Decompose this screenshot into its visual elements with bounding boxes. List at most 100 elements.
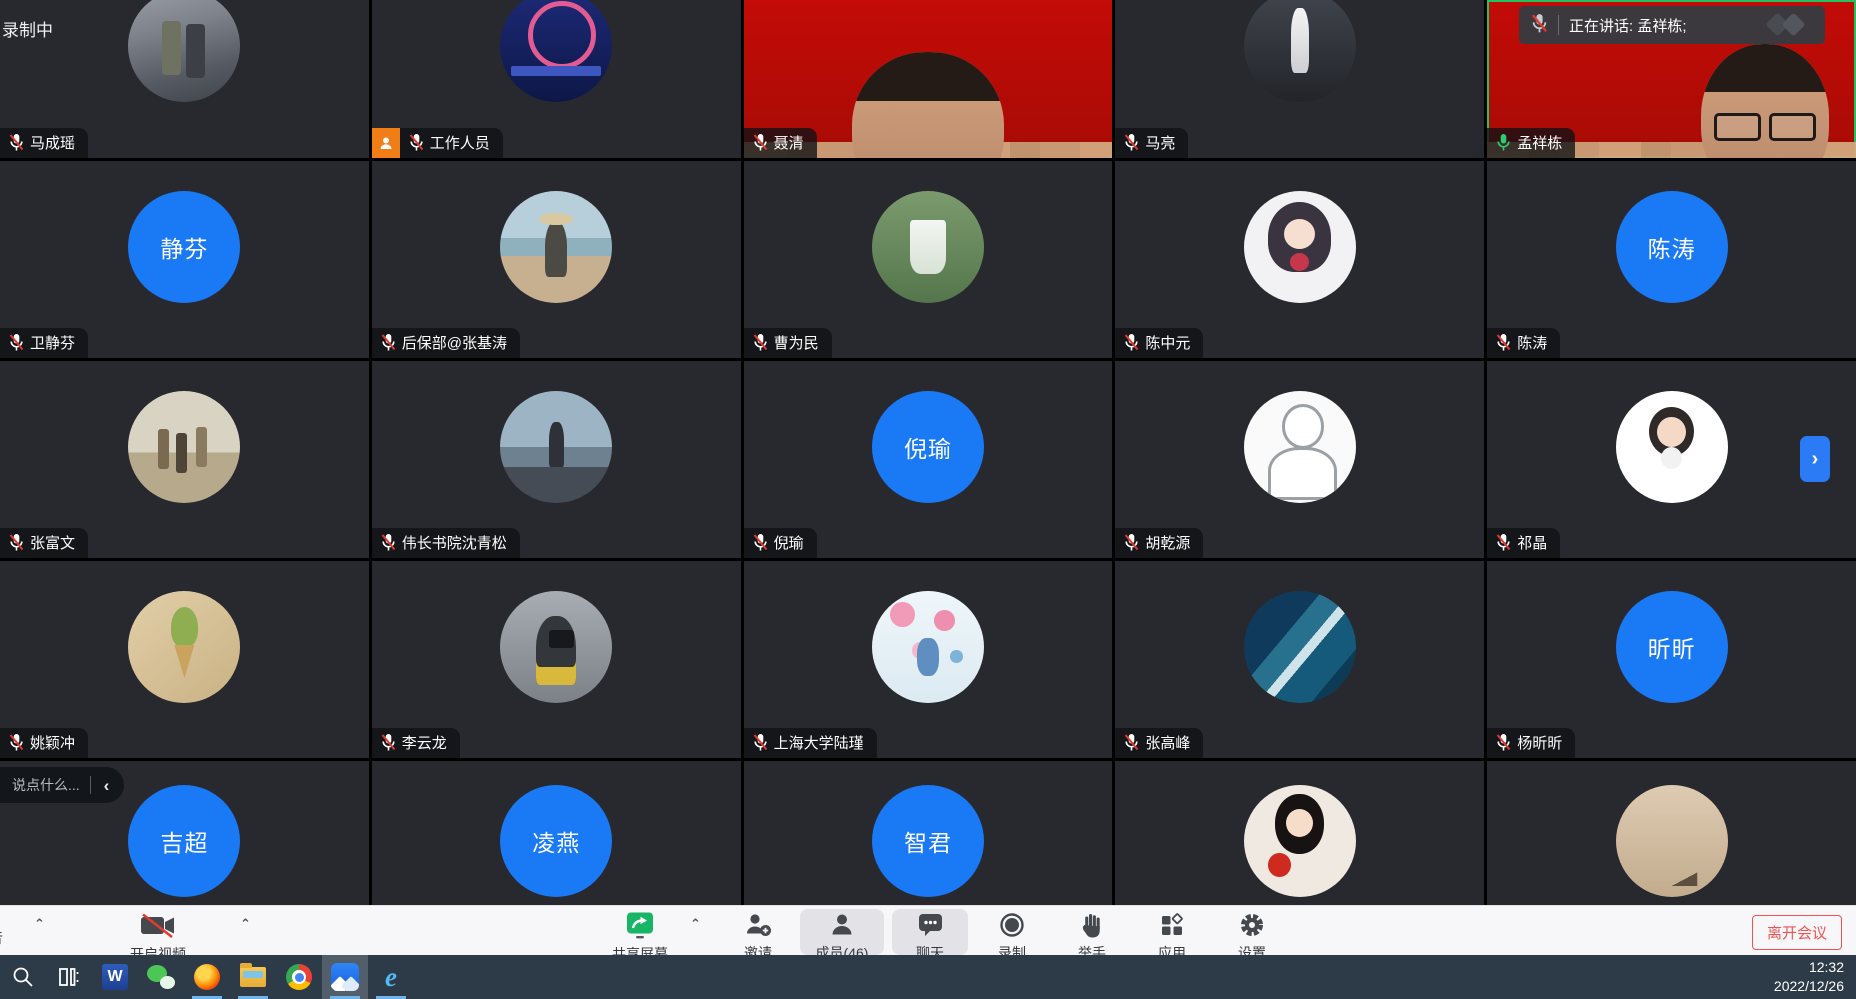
settings-gear-icon bbox=[1239, 912, 1265, 943]
taskbar-clock[interactable]: 12:32 2022/12/26 bbox=[1774, 955, 1856, 999]
raise-hand-button[interactable]: 举手 bbox=[1054, 909, 1130, 955]
windows-taskbar: W e 12:32 2022/12/26 bbox=[0, 955, 1856, 999]
participant-name-label: 伟长书院沈青松 bbox=[372, 528, 520, 558]
mic-muted-icon bbox=[1124, 733, 1139, 752]
avatar-photo bbox=[1244, 785, 1356, 897]
participant-tile[interactable]: 后保部@张基涛 bbox=[372, 161, 741, 358]
participant-name: 胡乾源 bbox=[1145, 532, 1190, 553]
taskbar-wechat-icon[interactable] bbox=[138, 955, 184, 999]
participant-name-label: 曹为民 bbox=[744, 328, 832, 358]
participant-name-label: 马亮 bbox=[1115, 128, 1188, 158]
avatar-initials: 陈涛 bbox=[1616, 191, 1728, 303]
avatar-photo bbox=[500, 0, 612, 102]
mic-muted-icon bbox=[9, 133, 24, 152]
meeting-logo-icon bbox=[1763, 12, 1813, 38]
mic-muted-icon bbox=[409, 133, 424, 152]
share-options-chevron[interactable]: ⌃ bbox=[690, 916, 701, 932]
avatar-photo bbox=[128, 0, 240, 102]
avatar-initials: 倪瑜 bbox=[872, 391, 984, 503]
record-button[interactable]: 录制 bbox=[974, 909, 1050, 955]
participant-tile[interactable]: 智君 bbox=[744, 761, 1113, 905]
participant-name: 工作人员 bbox=[430, 132, 490, 153]
taskbar-firefox-icon[interactable] bbox=[184, 955, 230, 999]
participant-tile[interactable]: 张富文 bbox=[0, 361, 369, 558]
video-face bbox=[1701, 44, 1829, 158]
avatar-photo bbox=[1616, 391, 1728, 503]
video-face bbox=[852, 52, 1004, 158]
participant-tile[interactable]: 曹为民 bbox=[744, 161, 1113, 358]
participant-name: 伟长书院沈青松 bbox=[402, 532, 507, 553]
invite-button[interactable]: 邀请 bbox=[720, 909, 796, 955]
participant-tile[interactable] bbox=[1487, 761, 1856, 905]
share-screen-icon bbox=[626, 912, 654, 944]
participant-name: 祁晶 bbox=[1517, 532, 1547, 553]
chat-input-overlay[interactable]: 说点什么... ‹ bbox=[0, 767, 124, 803]
mic-muted-icon bbox=[1124, 533, 1139, 552]
taskbar-word-icon[interactable]: W bbox=[92, 955, 138, 999]
chat-button[interactable]: 聊天 bbox=[892, 909, 968, 955]
expand-panel-arrow[interactable]: › bbox=[1800, 436, 1830, 482]
video-options-chevron[interactable]: ⌃ bbox=[240, 916, 251, 932]
participant-name: 姚颖冲 bbox=[30, 732, 75, 753]
participant-tile[interactable]: 陈涛陈涛 bbox=[1487, 161, 1856, 358]
record-icon bbox=[999, 912, 1025, 943]
participant-tile[interactable]: 马亮 bbox=[1115, 0, 1484, 158]
avatar-photo bbox=[128, 591, 240, 703]
meeting-video-area: 马成瑶工作人员聂清马亮孟祥栋静芬卫静芬后保部@张基涛曹为民陈中元陈涛陈涛张富文伟… bbox=[0, 0, 1856, 905]
participant-tile[interactable]: 聂清 bbox=[744, 0, 1113, 158]
participant-tile[interactable]: 倪瑜倪瑜 bbox=[744, 361, 1113, 558]
leave-meeting-button[interactable]: 离开会议 bbox=[1752, 915, 1842, 950]
mic-muted-icon bbox=[381, 533, 396, 552]
avatar-photo bbox=[500, 591, 612, 703]
participant-tile[interactable]: 胡乾源 bbox=[1115, 361, 1484, 558]
settings-button[interactable]: 设置 bbox=[1214, 909, 1290, 955]
participant-name-label: 陈涛 bbox=[1487, 328, 1560, 358]
share-screen-button[interactable]: 共享屏幕 bbox=[597, 909, 683, 955]
participant-tile[interactable]: 上海大学陆瑾 bbox=[744, 561, 1113, 758]
taskbar-chrome-icon[interactable] bbox=[276, 955, 322, 999]
participant-tile[interactable]: 静芬卫静芬 bbox=[0, 161, 369, 358]
meeting-toolbar: 音 ⌃ 开启视频 ⌃ 共享屏幕 ⌃ 邀请 成员(46) 聊天 录制 bbox=[0, 905, 1856, 955]
participant-tile[interactable]: 陈中元 bbox=[1115, 161, 1484, 358]
participant-tile[interactable]: 凌燕 bbox=[372, 761, 741, 905]
avatar-photo bbox=[500, 391, 612, 503]
avatar-photo bbox=[1244, 0, 1356, 102]
taskbar-search-icon[interactable] bbox=[0, 955, 46, 999]
participant-name-label: 张高峰 bbox=[1115, 728, 1203, 758]
mic-on-icon bbox=[1496, 133, 1511, 152]
participant-tile[interactable]: 李云龙 bbox=[372, 561, 741, 758]
chat-collapse-icon[interactable]: ‹ bbox=[101, 777, 113, 794]
participant-name: 马亮 bbox=[1145, 132, 1175, 153]
taskbar-task-view-icon[interactable] bbox=[46, 955, 92, 999]
participant-tile[interactable]: 昕昕杨昕昕 bbox=[1487, 561, 1856, 758]
mic-muted-icon bbox=[381, 333, 396, 352]
participant-name: 杨昕昕 bbox=[1517, 732, 1562, 753]
participant-name-label: 陈中元 bbox=[1115, 328, 1203, 358]
participant-tile[interactable]: 工作人员 bbox=[372, 0, 741, 158]
avatar-photo bbox=[1244, 391, 1356, 503]
taskbar-internet-explorer-icon[interactable]: e bbox=[368, 955, 414, 999]
members-icon bbox=[829, 912, 855, 943]
mute-button-clipped[interactable]: 音 bbox=[0, 928, 3, 948]
taskbar-tencent-meeting-icon[interactable] bbox=[322, 955, 368, 999]
participant-tile[interactable]: 张高峰 bbox=[1115, 561, 1484, 758]
start-video-button[interactable]: 开启视频 bbox=[96, 909, 220, 955]
members-button[interactable]: 成员(46) bbox=[800, 909, 884, 955]
mic-muted-icon bbox=[1496, 333, 1511, 352]
taskbar-file-explorer-icon[interactable] bbox=[230, 955, 276, 999]
participant-tile[interactable] bbox=[1115, 761, 1484, 905]
staff-badge-icon bbox=[372, 128, 400, 158]
chat-placeholder[interactable]: 说点什么... bbox=[12, 775, 80, 795]
participant-name: 上海大学陆瑾 bbox=[774, 732, 864, 753]
avatar-photo bbox=[500, 191, 612, 303]
apps-button[interactable]: 应用 bbox=[1134, 909, 1210, 955]
participant-tile[interactable]: 伟长书院沈青松 bbox=[372, 361, 741, 558]
mute-options-chevron[interactable]: ⌃ bbox=[34, 916, 45, 932]
participant-name: 倪瑜 bbox=[774, 532, 804, 553]
participant-name: 曹为民 bbox=[774, 332, 819, 353]
avatar-photo bbox=[1244, 591, 1356, 703]
participant-tile[interactable]: 姚颖冲 bbox=[0, 561, 369, 758]
participant-tile[interactable]: 马成瑶 bbox=[0, 0, 369, 158]
apps-icon bbox=[1159, 912, 1185, 943]
participant-name: 聂清 bbox=[774, 132, 804, 153]
